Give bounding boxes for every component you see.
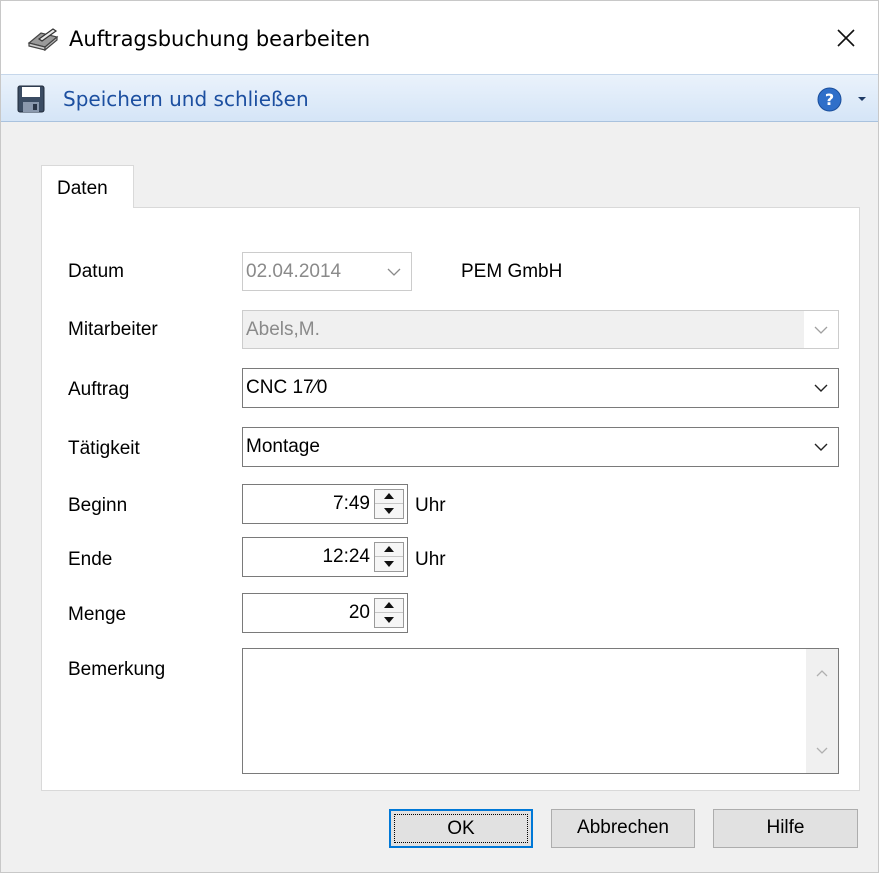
toolbar: Speichern und schließen ? bbox=[1, 74, 878, 122]
floppy-disk-icon bbox=[17, 85, 45, 113]
auftrag-value: CNC 17⁄0 bbox=[246, 377, 328, 398]
company-name: PEM GmbH bbox=[461, 261, 563, 282]
ende-time-input[interactable]: 12:24 bbox=[242, 537, 408, 577]
ende-label: Ende bbox=[68, 549, 113, 570]
bemerkung-textarea[interactable] bbox=[242, 648, 839, 774]
scroll-up-icon[interactable] bbox=[816, 669, 828, 677]
taetigkeit-value: Montage bbox=[246, 436, 320, 457]
chevron-down-icon bbox=[387, 268, 401, 276]
cancel-button-label: Abbrechen bbox=[577, 817, 669, 838]
beginn-unit: Uhr bbox=[415, 495, 446, 516]
taetigkeit-select[interactable]: Montage bbox=[242, 427, 839, 467]
auftrag-label: Auftrag bbox=[68, 379, 130, 400]
spin-up-button[interactable] bbox=[375, 490, 403, 504]
svg-text:?: ? bbox=[825, 90, 834, 109]
chevron-down-icon bbox=[814, 443, 828, 451]
spin-down-button[interactable] bbox=[375, 557, 403, 571]
beginn-time-input[interactable]: 7:49 bbox=[242, 484, 408, 524]
bemerkung-scrollbar[interactable] bbox=[806, 649, 838, 773]
save-and-close-button[interactable]: Speichern und schließen bbox=[11, 79, 341, 119]
help-button-label: Hilfe bbox=[766, 817, 805, 838]
mitarbeiter-label: Mitarbeiter bbox=[68, 319, 158, 340]
auftrag-select[interactable]: CNC 17⁄0 bbox=[242, 368, 839, 408]
spin-down-button[interactable] bbox=[375, 613, 403, 627]
beginn-spinner[interactable] bbox=[374, 489, 404, 519]
spin-down-button[interactable] bbox=[375, 504, 403, 518]
ok-button[interactable]: OK bbox=[389, 809, 533, 848]
datum-datepicker[interactable]: 02.04.2014 bbox=[242, 252, 412, 291]
datum-value: 02.04.2014 bbox=[246, 261, 342, 282]
spin-up-button[interactable] bbox=[375, 599, 403, 613]
title-bar: Auftragsbuchung bearbeiten bbox=[1, 1, 878, 74]
mitarbeiter-value: Abels,M. bbox=[246, 319, 320, 340]
help-dropdown-arrow[interactable] bbox=[857, 95, 867, 103]
book-pen-icon bbox=[27, 28, 59, 51]
ende-spinner[interactable] bbox=[374, 542, 404, 572]
save-and-close-label: Speichern und schließen bbox=[63, 87, 309, 111]
bemerkung-label: Bemerkung bbox=[68, 659, 166, 680]
datum-label: Datum bbox=[68, 261, 124, 282]
cancel-button[interactable]: Abbrechen bbox=[551, 809, 695, 848]
menge-spinner[interactable] bbox=[374, 598, 404, 628]
chevron-down-icon bbox=[814, 326, 828, 334]
scroll-down-icon[interactable] bbox=[816, 747, 828, 755]
ende-unit: Uhr bbox=[415, 549, 446, 570]
tab-daten[interactable]: Daten bbox=[41, 165, 134, 208]
taetigkeit-label: Tätigkeit bbox=[68, 438, 140, 459]
beginn-value: 7:49 bbox=[333, 493, 370, 514]
focus-rect bbox=[394, 814, 528, 843]
menge-number-input[interactable]: 20 bbox=[242, 593, 408, 633]
help-icon[interactable]: ? bbox=[817, 87, 842, 112]
dialog-window: Auftragsbuchung bearbeiten Speichern und… bbox=[0, 0, 879, 873]
mitarbeiter-select[interactable]: Abels,M. bbox=[242, 310, 839, 349]
menge-label: Menge bbox=[68, 604, 127, 625]
close-button[interactable] bbox=[814, 1, 878, 74]
menge-value: 20 bbox=[348, 602, 370, 623]
beginn-label: Beginn bbox=[68, 495, 128, 516]
chevron-down-icon bbox=[814, 384, 828, 392]
spin-up-button[interactable] bbox=[375, 543, 403, 557]
help-button[interactable]: Hilfe bbox=[713, 809, 858, 848]
ende-value: 12:24 bbox=[322, 546, 370, 567]
window-title: Auftragsbuchung bearbeiten bbox=[69, 27, 371, 51]
close-icon bbox=[837, 28, 855, 47]
